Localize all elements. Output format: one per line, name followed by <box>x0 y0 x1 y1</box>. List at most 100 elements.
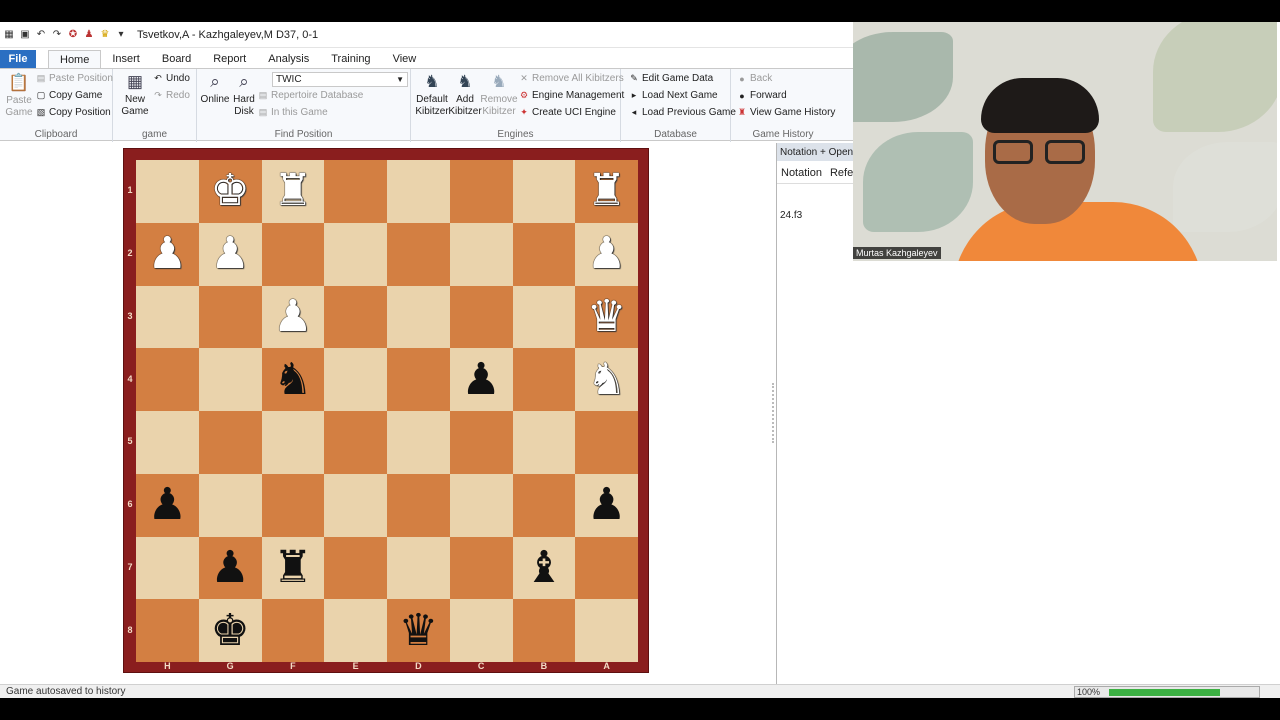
notation-move[interactable]: 24.f3 <box>780 210 802 221</box>
board-square[interactable] <box>449 285 513 349</box>
board-square[interactable]: ♝ <box>512 536 576 600</box>
tab-reference[interactable]: Refer <box>830 167 855 179</box>
board-square[interactable] <box>324 222 387 286</box>
board-square[interactable] <box>198 285 262 349</box>
white-rook-icon[interactable]: ♜ <box>587 169 626 213</box>
board-square[interactable] <box>324 473 387 537</box>
board-square[interactable] <box>575 599 638 662</box>
paste-game-button[interactable]: 📋 Paste Game <box>4 73 34 119</box>
pawn-icon[interactable]: ♟ <box>83 29 95 41</box>
remove-kibitzer-button[interactable]: ♞ Remove Kibitzer <box>480 72 517 118</box>
undo-icon[interactable]: ↶ <box>35 29 47 41</box>
board-square[interactable] <box>387 348 450 411</box>
zoom-control[interactable]: 100% <box>1074 686 1260 698</box>
black-pawn-icon[interactable]: ♟ <box>587 483 626 527</box>
engine-icon[interactable]: ✪ <box>67 29 79 41</box>
load-next-game-button[interactable]: ▸ Load Next Game <box>629 90 718 101</box>
board-square[interactable]: ♞ <box>575 348 638 411</box>
forward-button[interactable]: ● Forward <box>737 90 786 101</box>
copy-game-button[interactable]: ▢ Copy Game <box>36 90 103 101</box>
board-square[interactable] <box>387 411 450 474</box>
board-square[interactable]: ♚ <box>198 160 262 223</box>
default-kibitzer-button[interactable]: ♞ Default Kibitzer <box>415 72 449 118</box>
board-square[interactable] <box>261 222 325 286</box>
black-bishop-icon[interactable]: ♝ <box>524 545 563 590</box>
board-square[interactable] <box>136 411 199 474</box>
copy-position-button[interactable]: ▧ Copy Position <box>36 107 111 118</box>
board-square[interactable] <box>324 348 387 411</box>
board-square[interactable] <box>261 473 325 537</box>
board-square[interactable]: ♟ <box>575 473 638 537</box>
board-square[interactable] <box>512 473 576 537</box>
board-square[interactable] <box>136 348 199 411</box>
edit-game-data-button[interactable]: ✎ Edit Game Data <box>629 73 713 84</box>
board-square[interactable]: ♜ <box>261 536 325 600</box>
board-square[interactable] <box>512 411 576 474</box>
board-square[interactable] <box>324 160 387 223</box>
board-square[interactable] <box>387 222 450 286</box>
board-square[interactable] <box>449 160 513 223</box>
black-queen-icon[interactable]: ♛ <box>399 608 438 653</box>
undo-button[interactable]: ↶ Undo <box>153 73 190 84</box>
board-square[interactable] <box>324 285 387 349</box>
board-square[interactable]: ♜ <box>575 160 638 223</box>
board-square[interactable] <box>324 599 387 662</box>
board-square[interactable] <box>575 536 638 600</box>
board-square[interactable]: ♟ <box>198 536 262 600</box>
board-square[interactable] <box>198 411 262 474</box>
tab-training[interactable]: Training <box>320 50 381 68</box>
splitter-handle[interactable] <box>772 383 774 443</box>
board-square[interactable] <box>387 285 450 349</box>
white-knight-icon[interactable]: ♞ <box>587 357 626 402</box>
redo-icon[interactable]: ↷ <box>51 29 63 41</box>
board-square[interactable] <box>136 160 199 223</box>
board-square[interactable] <box>512 599 576 662</box>
board-square[interactable] <box>324 411 387 474</box>
board-square[interactable] <box>449 473 513 537</box>
board-square[interactable] <box>449 599 513 662</box>
board-square[interactable] <box>136 536 199 600</box>
app-board-icon[interactable]: ▦ <box>3 29 15 41</box>
online-button[interactable]: ⌕ Online <box>200 72 230 106</box>
black-rook-icon[interactable]: ♜ <box>273 545 312 590</box>
board-square[interactable] <box>512 285 576 349</box>
white-pawn-icon[interactable]: ♟ <box>273 294 312 339</box>
board-square[interactable] <box>198 348 262 411</box>
board-square[interactable] <box>261 599 325 662</box>
board-square[interactable] <box>387 536 450 600</box>
board-square[interactable]: ♛ <box>575 285 638 349</box>
board-square[interactable]: ♟ <box>449 348 513 411</box>
board-square[interactable]: ♟ <box>575 222 638 286</box>
save-icon[interactable]: ▣ <box>19 29 31 41</box>
board-square[interactable]: ♟ <box>261 285 325 349</box>
white-pawn-icon[interactable]: ♟ <box>587 232 626 276</box>
load-previous-game-button[interactable]: ◂ Load Previous Game <box>629 107 736 118</box>
board-square[interactable] <box>575 411 638 474</box>
white-queen-icon[interactable]: ♛ <box>587 294 626 339</box>
board-square[interactable]: ♟ <box>136 222 199 286</box>
black-pawn-icon[interactable]: ♟ <box>461 357 500 402</box>
tab-analysis[interactable]: Analysis <box>257 50 320 68</box>
white-king-icon[interactable]: ♚ <box>210 169 249 213</box>
board-square[interactable] <box>512 222 576 286</box>
new-game-button[interactable]: ▦ New Game <box>117 72 153 118</box>
board-square[interactable] <box>198 473 262 537</box>
board-square[interactable] <box>449 411 513 474</box>
board-square[interactable] <box>324 536 387 600</box>
white-pawn-icon[interactable]: ♟ <box>210 232 249 276</box>
paste-position-button[interactable]: ▤ Paste Position <box>36 73 113 84</box>
black-king-icon[interactable]: ♚ <box>210 608 249 653</box>
tab-board[interactable]: Board <box>151 50 202 68</box>
database-select[interactable]: TWIC ▼ <box>272 72 408 87</box>
redo-button[interactable]: ↷ Redo <box>153 90 190 101</box>
board-square[interactable] <box>449 536 513 600</box>
board-square[interactable] <box>136 285 199 349</box>
board-square[interactable] <box>136 599 199 662</box>
board-square[interactable] <box>512 160 576 223</box>
remove-all-kibitzers-button[interactable]: ✕ Remove All Kibitzers <box>519 73 623 84</box>
create-uci-engine-button[interactable]: ✦ Create UCI Engine <box>519 107 616 118</box>
menu-file[interactable]: File <box>0 50 36 68</box>
black-pawn-icon[interactable]: ♟ <box>148 483 187 527</box>
back-button[interactable]: ● Back <box>737 73 772 84</box>
board-square[interactable] <box>261 411 325 474</box>
